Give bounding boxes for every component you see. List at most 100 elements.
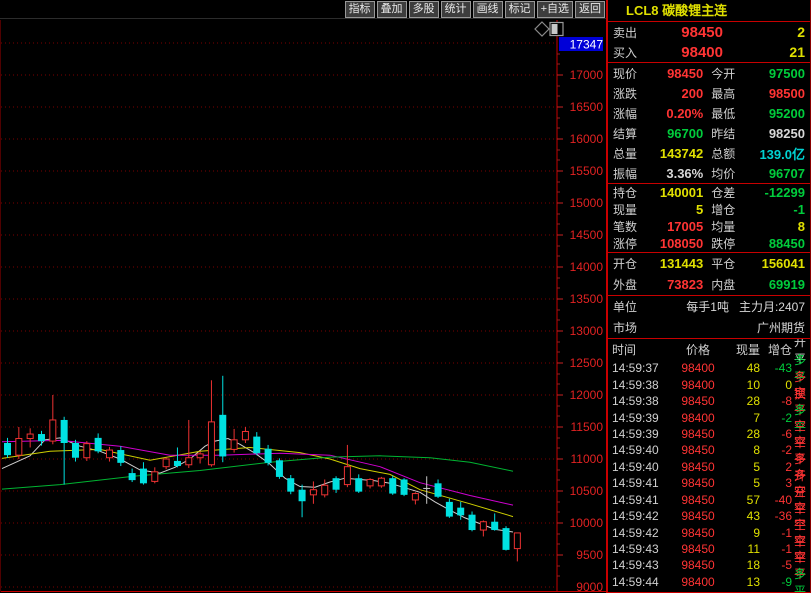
candle-up	[412, 494, 418, 500]
market-stat-row: 现价98450 今开 97500	[608, 63, 810, 83]
tape-volume: 8	[726, 443, 760, 457]
candle-down	[129, 473, 136, 480]
toolbar-button-标记[interactable]: 标记	[505, 1, 535, 18]
info-label: 单位	[613, 298, 655, 315]
position-stat-row: 笔数17005均量8	[608, 218, 810, 235]
toolbar-button-自选[interactable]: +自选	[537, 1, 573, 18]
candle-down	[253, 437, 260, 454]
stat-label: 总额	[711, 145, 735, 162]
tape-price: 98450	[670, 509, 726, 523]
candle-down	[276, 460, 283, 477]
candle-up	[186, 458, 192, 465]
stat-label: 现价	[613, 65, 637, 82]
stat-cell: 结算96700	[613, 125, 703, 142]
toolbar-button-多股[interactable]: 多股	[409, 1, 439, 18]
stat-value: 73823	[667, 277, 703, 292]
info-value: 主力月:2407	[739, 298, 805, 315]
open-close-stat-row: 外盘73823内盘69919	[608, 274, 810, 295]
info-values: 广州期货	[655, 319, 805, 336]
tape-volume: 9	[726, 526, 760, 540]
stat-cell: 仓差-12299	[703, 184, 805, 201]
tape-time: 14:59:42	[608, 526, 670, 540]
tape-position-change: -5	[760, 558, 792, 572]
candle-down	[389, 478, 396, 493]
tape-row: 14:59:389845028-8空平	[608, 393, 810, 409]
stat-label: 均量	[711, 218, 735, 235]
tape-position-change: -36	[760, 509, 792, 523]
stat-label: 涨跌	[613, 85, 637, 102]
stat-label: 开仓	[613, 255, 637, 272]
stat-value: 97500	[769, 66, 805, 81]
stat-value: 98250	[769, 126, 805, 141]
tape-row: 14:59:429845043-36空平	[608, 508, 810, 524]
sell-row: 卖出984502	[608, 22, 810, 42]
toolbar-button-指标[interactable]: 指标	[345, 1, 375, 18]
tape-price: 98400	[670, 575, 726, 589]
buy-row: 买入9840021	[608, 42, 810, 62]
candle-up	[480, 522, 486, 530]
stat-cell: 持仓140001	[613, 184, 703, 201]
candle-down	[61, 420, 68, 443]
candlestick-chart[interactable]: 1700016500160001550015000145001400013500…	[0, 0, 607, 593]
tape-position-change: 0	[760, 378, 792, 392]
toolbar-button-画线[interactable]: 画线	[473, 1, 503, 18]
tape-volume: 18	[726, 558, 760, 572]
toolbar-button-叠加[interactable]: 叠加	[377, 1, 407, 18]
tape-row: 14:59:39984007-2多平	[608, 409, 810, 425]
diamond-icon[interactable]	[535, 22, 549, 36]
candle-down	[299, 490, 306, 502]
stat-label: 笔数	[613, 218, 637, 235]
stat-value: 3.36%	[666, 166, 703, 181]
stat-cell: 涨幅0.20%	[613, 105, 703, 122]
toolbar-button-返回[interactable]: 返回	[575, 1, 605, 18]
position-stat-row: 现量5增仓-1	[608, 201, 810, 218]
tape-price: 98450	[670, 558, 726, 572]
tape-time: 14:59:39	[608, 427, 670, 441]
tape-time: 14:59:40	[608, 460, 670, 474]
stat-value: 131443	[660, 256, 703, 271]
tape-price: 98400	[670, 378, 726, 392]
tape-time: 14:59:44	[608, 575, 670, 589]
candle-down	[355, 478, 362, 491]
y-axis-label: 17000	[570, 68, 604, 82]
tape-header-0: 时间	[608, 341, 670, 358]
stat-cell: 增仓-1	[703, 201, 805, 218]
stat-label: 最低	[711, 105, 735, 122]
candle-down	[72, 443, 79, 458]
stat-value: 156041	[762, 256, 805, 271]
stat-value: 200	[682, 86, 704, 101]
tape-position-change: -8	[760, 394, 792, 408]
buy-row-qty: 21	[723, 44, 805, 60]
info-row: 单位每手1吨主力月:2407	[608, 296, 810, 317]
stat-cell: 现价98450	[613, 65, 703, 82]
candle-up	[16, 439, 22, 456]
tape-row: 14:59:419845057-40空平	[608, 492, 810, 508]
candle-down	[219, 415, 226, 457]
tape-price: 98450	[670, 443, 726, 457]
candle-up	[84, 444, 90, 458]
stat-cell: 今开 97500	[703, 65, 805, 82]
stat-value: 139.0亿	[759, 144, 805, 163]
y-axis-label: 10500	[570, 484, 604, 498]
sell-row-label: 卖出	[613, 24, 655, 41]
candle-down	[140, 469, 147, 484]
stat-value: -1	[793, 202, 805, 217]
tape-time: 14:59:42	[608, 509, 670, 523]
stat-cell: 最高98500	[703, 85, 805, 102]
stat-value: 69919	[769, 277, 805, 292]
stat-label: 仓差	[711, 184, 735, 201]
stat-label: 今开	[711, 65, 735, 82]
toolbar-button-统计[interactable]: 统计	[441, 1, 471, 18]
candle-down	[401, 479, 408, 494]
tape-time: 14:59:37	[608, 361, 670, 375]
market-stat-row: 涨幅0.20%最低95200	[608, 103, 810, 123]
info-label: 市场	[613, 319, 655, 336]
candle-down	[503, 528, 510, 550]
stat-value: 108050	[660, 236, 703, 251]
stat-cell: 涨停108050	[613, 235, 703, 252]
candle-up	[50, 420, 56, 441]
window-split-icon-fill	[552, 24, 558, 34]
stat-value: 0.20%	[666, 106, 703, 121]
stat-label: 结算	[613, 125, 637, 142]
stat-cell: 总量143742	[613, 145, 703, 162]
